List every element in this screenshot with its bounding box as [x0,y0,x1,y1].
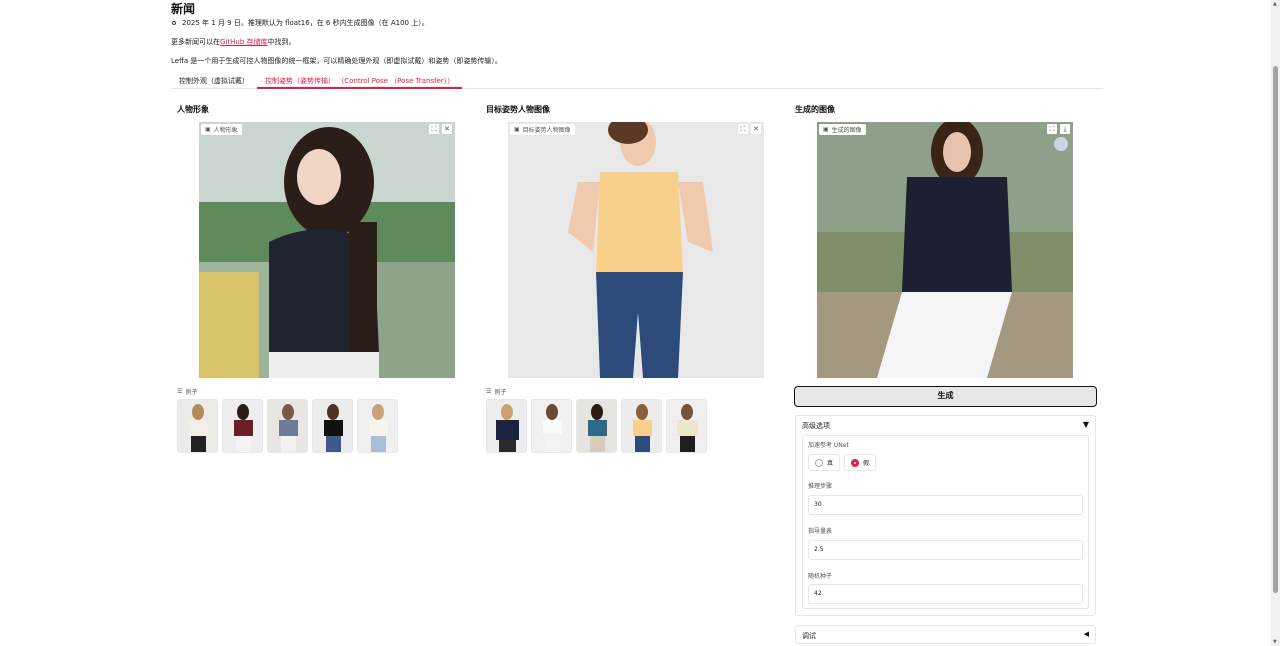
target-pose-image-label: ▣ 目标姿势人物图像 [510,124,575,135]
pose-example-1[interactable] [486,399,527,453]
generated-image-label: ▣ 生成的图像 [819,124,866,135]
caret-left-icon[interactable]: ◀ [1084,630,1089,638]
person-example-4[interactable] [312,399,353,453]
target-pose-examples [486,399,707,453]
tab-pose-transfer[interactable]: 控制姿势（姿势传输） （Control Pose （Pose Transfer）… [257,76,463,89]
bullet-icon [172,21,176,25]
person-examples [177,399,398,453]
target-pose-image-panel[interactable]: ▣ 目标姿势人物图像 ⛶ ✕ [508,122,764,378]
debug-panel[interactable]: 调试 ◀ [795,625,1096,644]
generated-photo [817,122,1073,378]
close-icon[interactable]: ✕ [751,124,761,134]
page-scrollbar[interactable]: ▲ ▼ [1271,0,1280,646]
list-icon: ☰ [177,388,183,395]
ref-unet-option-true[interactable]: 真 [808,454,841,471]
image-icon: ▣ [823,126,829,133]
seed-input[interactable]: 42 [808,584,1083,604]
news-more-line: 更多新闻可以在GitHub 存储库中找到。 [171,37,295,47]
target-pose-title: 目标姿势人物图像 [486,105,550,114]
person-photo [199,122,455,378]
news-title: 新闻 [171,2,196,16]
person-example-5[interactable] [357,399,398,453]
target-pose-image-tools: ⛶ ✕ [738,124,761,134]
tab-virtual-tryon[interactable]: 控制外观（虚拟试戴） [171,76,257,89]
fullscreen-icon[interactable]: ⛶ [429,124,439,134]
download-icon[interactable]: ⤓ [1060,124,1070,134]
pose-example-4[interactable] [621,399,662,453]
fullscreen-icon[interactable]: ⛶ [738,124,748,134]
generate-button[interactable]: 生成 [794,386,1097,407]
person-example-1[interactable] [177,399,218,453]
scroll-thumb[interactable] [1273,66,1278,593]
generated-image-tools: ⛶ ⤓ [1047,124,1070,134]
seed-label: 随机种子 [808,573,833,580]
generated-image-panel[interactable]: ▣ 生成的图像 ⛶ ⤓ [817,122,1073,378]
caret-down-icon[interactable]: ▼ [1083,420,1089,429]
person-image-title: 人物形象 [177,105,209,114]
person-example-3[interactable] [267,399,308,453]
image-icon: ▣ [514,126,520,133]
radio-checked-icon[interactable] [851,458,859,467]
steps-input[interactable]: 30 [808,495,1083,515]
news-bullet-text: 2025 年 1 月 9 日。推理默认为 float16，在 6 秒内生成图像（… [182,19,429,27]
tab-bar: 控制外观（虚拟试戴） 控制姿势（姿势传输） （Control Pose （Pos… [171,72,1103,89]
generated-image-title: 生成的图像 [795,105,835,114]
person-example-2[interactable] [222,399,263,453]
news-description: Leffa 是一个用于生成可控人物图像的统一框架，可以精确处理外观（即虚拟试戴）… [171,57,502,65]
pose-example-3[interactable] [576,399,617,453]
person-image-tools: ⛶ ✕ [429,124,452,134]
guidance-label: 指导量表 [808,528,833,535]
pose-example-5[interactable] [666,399,707,453]
image-icon: ▣ [205,126,211,133]
person-image-label: ▣ 人物形象 [201,124,242,135]
list-icon: ☰ [486,388,492,395]
advanced-options-header[interactable]: 高级选项 [802,421,830,431]
fullscreen-icon[interactable]: ⛶ [1047,124,1057,134]
news-more-suffix: 中找到。 [267,38,296,46]
scroll-down-icon[interactable]: ▼ [1273,639,1277,645]
news-more-prefix: 更多新闻可以在 [171,38,220,46]
github-link[interactable]: GitHub 存储库 [220,38,267,46]
steps-label: 推理步骤 [808,483,833,490]
pose-example-2[interactable] [531,399,572,453]
ref-unet-label: 加速参考 UNet [808,442,849,449]
guidance-input[interactable]: 2.5 [808,540,1083,560]
share-icon[interactable] [1054,137,1068,151]
scroll-up-icon[interactable]: ▲ [1273,1,1277,7]
target-pose-examples-label: ☰ 例子 [486,388,507,396]
news-bullet: 2025 年 1 月 9 日。推理默认为 float16，在 6 秒内生成图像（… [172,18,429,28]
ref-unet-option-false[interactable]: 假 [844,454,877,471]
close-icon[interactable]: ✕ [442,124,452,134]
debug-header[interactable]: 调试 [802,631,816,641]
radio-icon[interactable] [815,458,823,467]
target-pose-photo [508,122,764,378]
person-examples-label: ☰ 例子 [177,388,198,396]
person-image-panel[interactable]: ▣ 人物形象 ⛶ ✕ [199,122,455,378]
